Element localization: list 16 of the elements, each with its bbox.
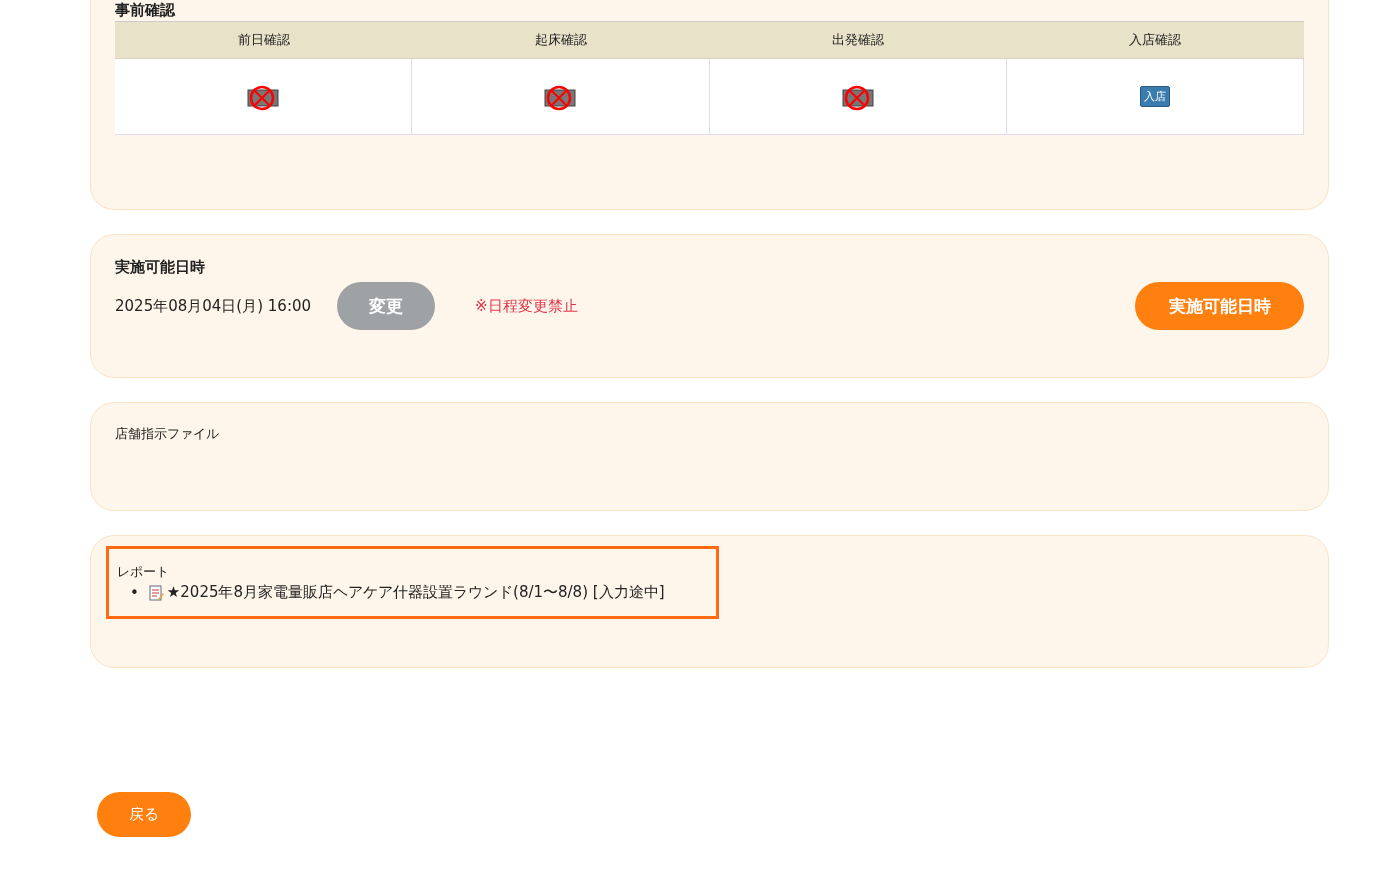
column-header: 入店確認 bbox=[1006, 22, 1304, 59]
date-time: 2025年08月04日(月) 16:00 bbox=[115, 296, 313, 316]
schedule-button[interactable]: 実施可能日時 bbox=[1135, 282, 1304, 330]
section-title: 店舗指示ファイル bbox=[115, 425, 220, 443]
column-header: 出発確認 bbox=[709, 22, 1007, 59]
section-title: 事前確認 bbox=[115, 0, 176, 20]
column-header: 起床確認 bbox=[412, 22, 710, 59]
notice-text: ※日程変更禁止 bbox=[475, 296, 578, 316]
column-header: 前日確認 bbox=[115, 22, 413, 59]
report-link[interactable]: ★2025年8月家電量販店ヘアケア什器設置ラウンド(8/1〜8/8) [入力途中] bbox=[147, 583, 665, 602]
document-icon bbox=[147, 584, 164, 601]
section-title: レポート bbox=[117, 563, 170, 581]
section-title: 実施可能日時 bbox=[115, 257, 206, 277]
back-button[interactable]: 戻る bbox=[97, 792, 191, 837]
list-bullet: • bbox=[130, 583, 139, 602]
status-badge: 入店 bbox=[1139, 86, 1170, 107]
